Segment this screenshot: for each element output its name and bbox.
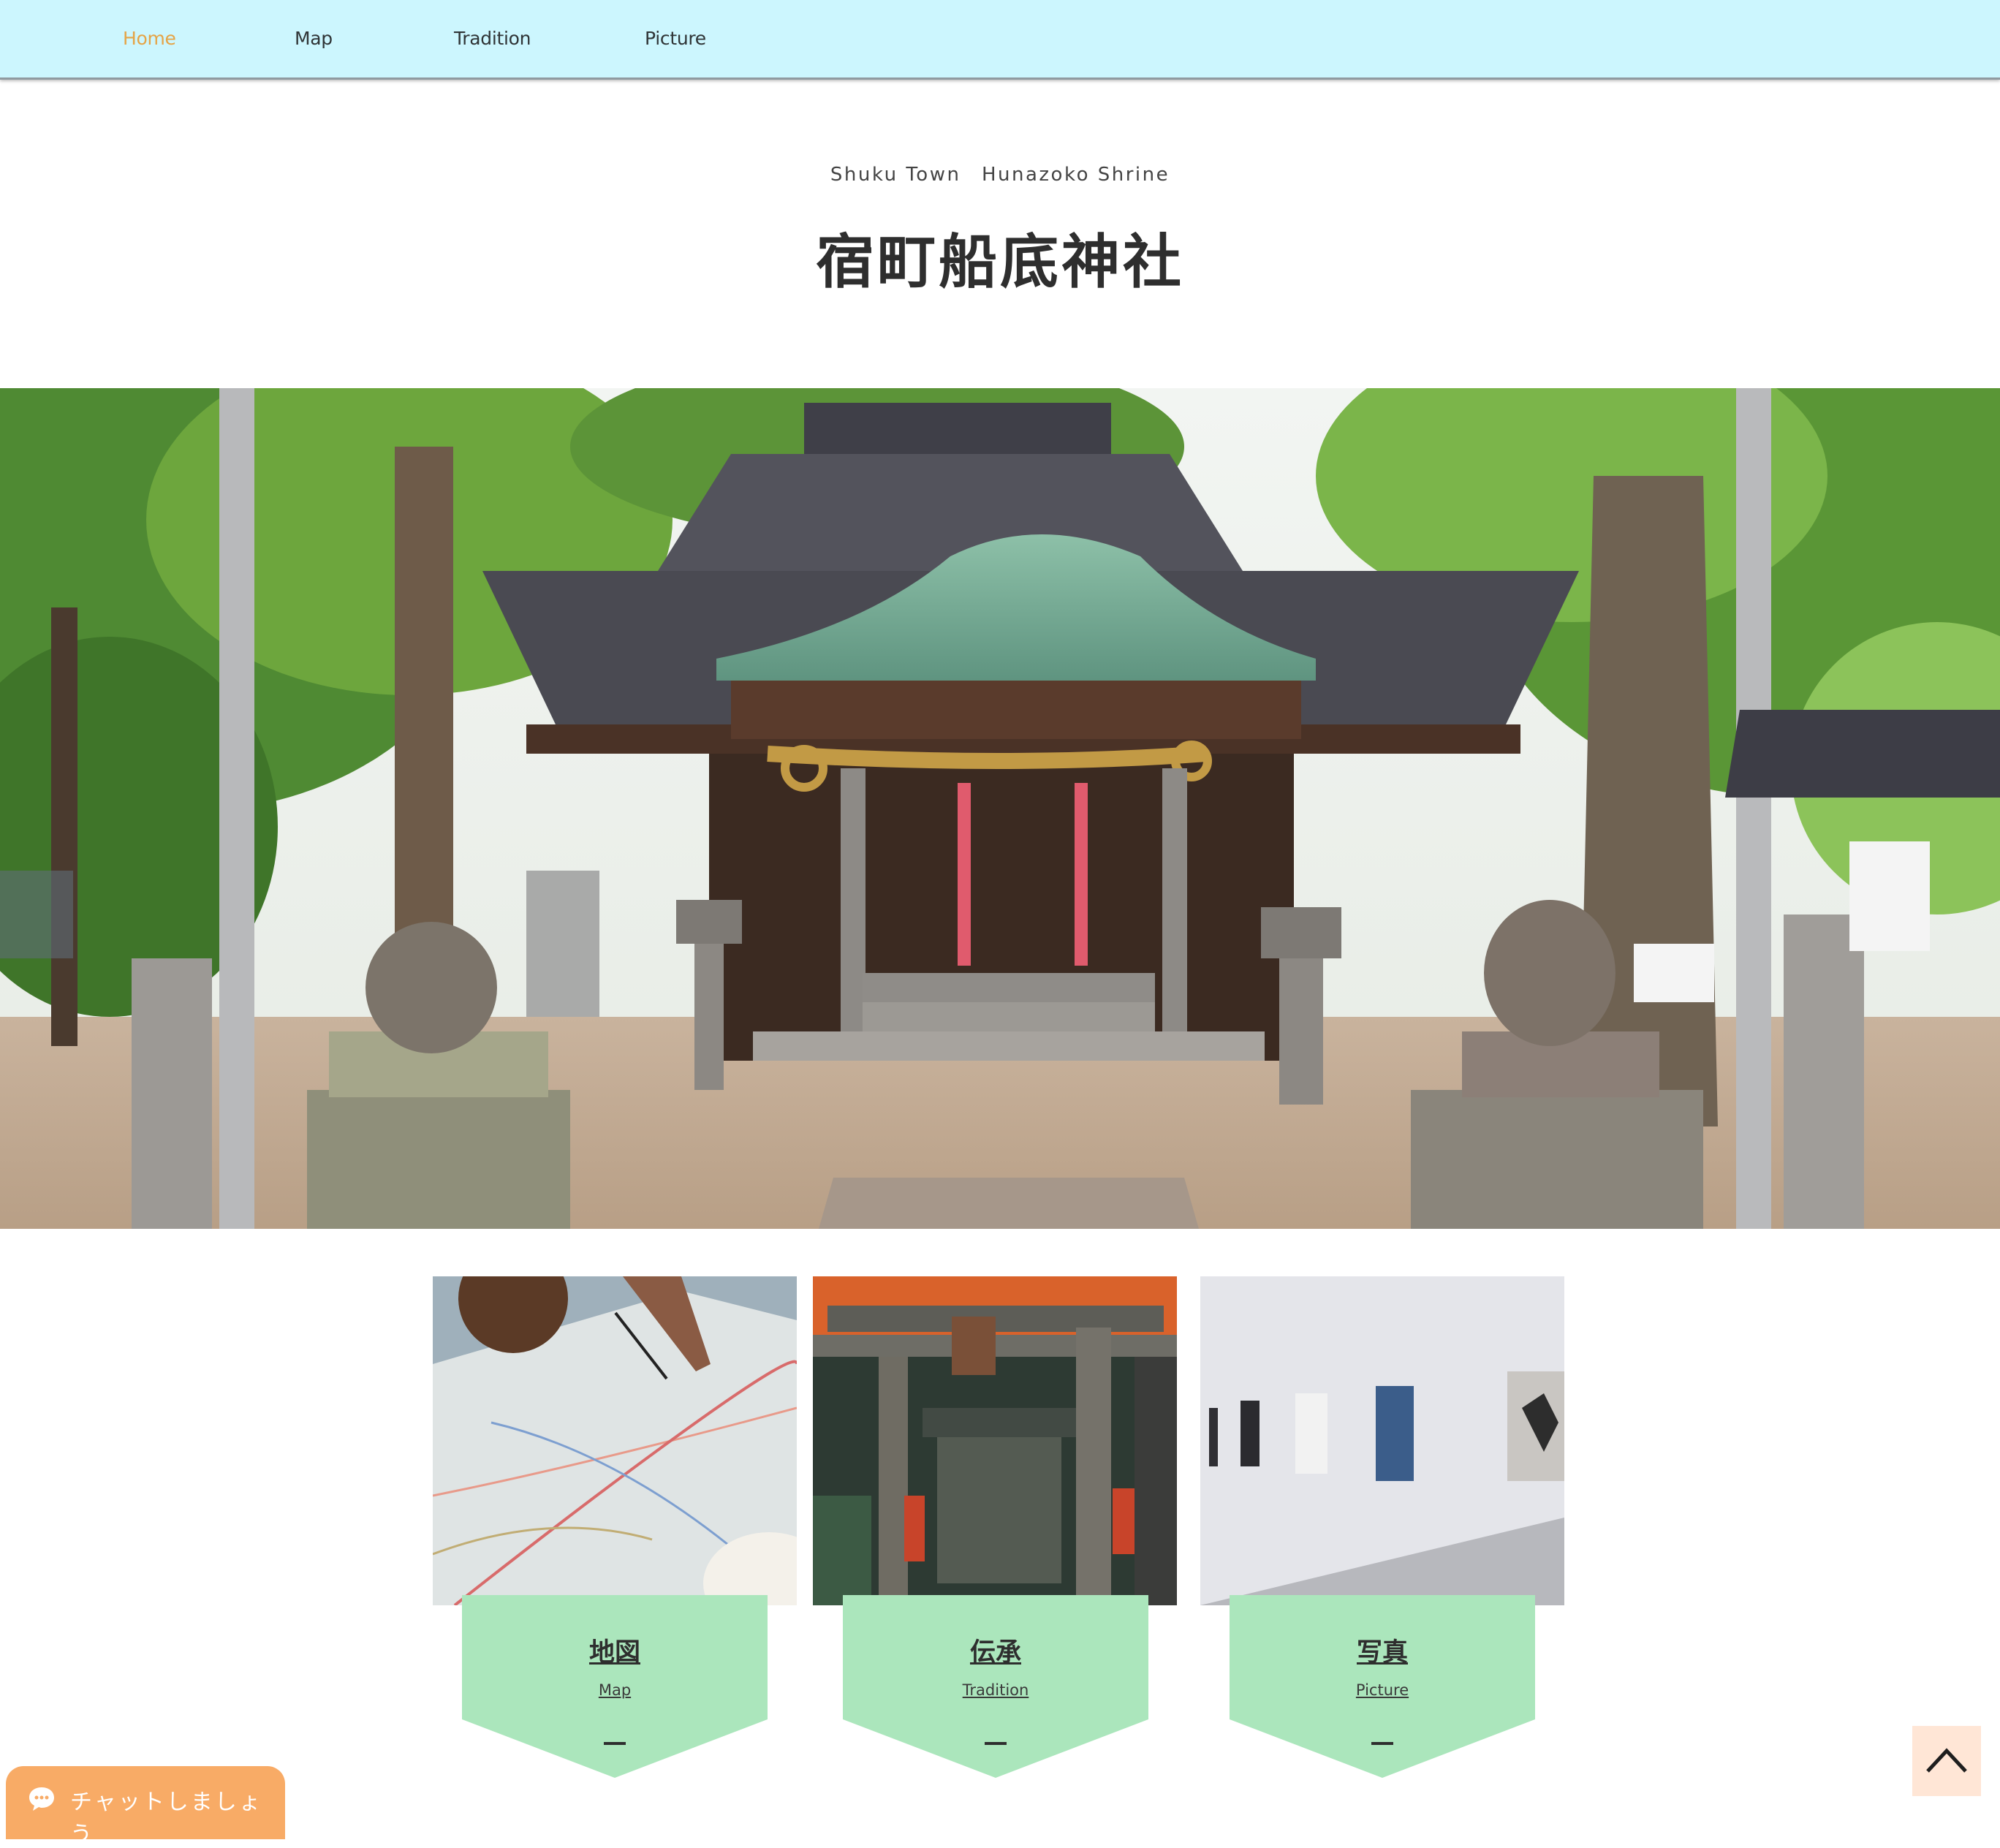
nav-item-picture[interactable]: Picture: [645, 28, 706, 49]
map-card-image[interactable]: [433, 1276, 797, 1605]
chat-button-label[interactable]: チャットしましょう: [70, 1784, 285, 1848]
map-card-badge[interactable]: 地図 Map: [462, 1595, 768, 1778]
nav-item-tradition[interactable]: Tradition: [454, 28, 531, 49]
tradition-card-badge[interactable]: 伝承 Tradition: [843, 1595, 1148, 1778]
map-card-title[interactable]: 地図: [462, 1632, 768, 1669]
top-navigation-bar: Home Map Tradition Picture: [0, 0, 2000, 80]
nav-item-home[interactable]: Home: [123, 28, 176, 49]
tradition-card-image[interactable]: [813, 1276, 1177, 1605]
chevron-up-icon: [1926, 1748, 1967, 1773]
picture-card-subtitle[interactable]: Picture: [1230, 1681, 1535, 1699]
back-to-top-button[interactable]: [1912, 1726, 1981, 1796]
divider-dash: [604, 1742, 626, 1745]
divider-dash: [1371, 1742, 1393, 1745]
page-subtitle: Shuku Town Hunazoko Shrine: [830, 164, 1170, 186]
divider-dash: [985, 1742, 1007, 1745]
picture-card-image[interactable]: [1200, 1276, 1564, 1605]
picture-card-badge[interactable]: 写真 Picture: [1230, 1595, 1535, 1778]
tradition-card-title[interactable]: 伝承: [843, 1632, 1148, 1669]
chat-button[interactable]: チャットしましょう: [6, 1766, 285, 1847]
page-title: 宿町船底神社: [816, 227, 1184, 296]
nav-item-map[interactable]: Map: [295, 28, 333, 49]
picture-card-title[interactable]: 写真: [1230, 1632, 1535, 1669]
map-card-subtitle[interactable]: Map: [462, 1681, 768, 1699]
tradition-card-subtitle[interactable]: Tradition: [843, 1681, 1148, 1699]
shrine-hero-image: [0, 388, 2000, 1229]
chat-bubble-icon: [28, 1785, 56, 1816]
